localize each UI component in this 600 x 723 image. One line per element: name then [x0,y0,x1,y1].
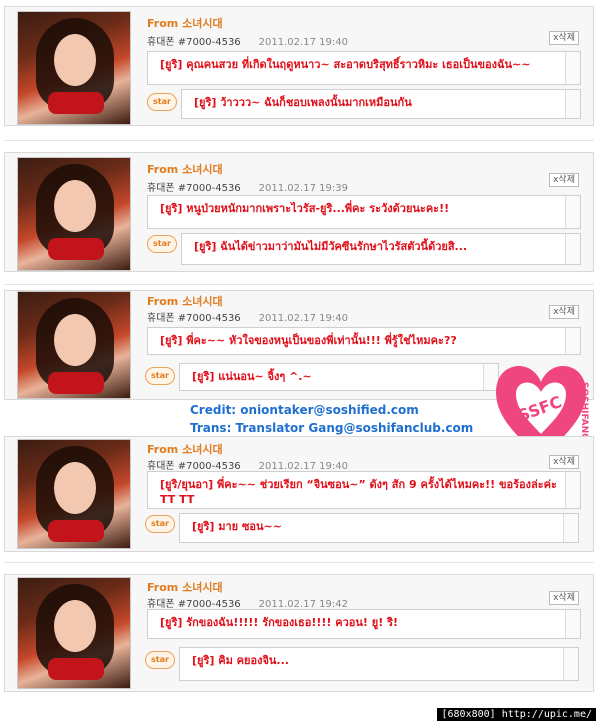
delete-button[interactable]: x삭제 [549,173,579,187]
reply-box: [ยูริ] มาย ซอน~~ [179,513,579,543]
reply-box: [ยูริ] ฉันได้ข่าวมาว่ามันไม่มีวัคซีนรักษ… [181,233,581,265]
credit-text: Credit: oniontaker@soshified.com [190,403,419,417]
sender-label: From 소녀시대 [147,443,223,456]
sender-label: From 소녀시대 [147,295,223,308]
delete-button[interactable]: x삭제 [549,31,579,45]
phone-number: 휴대폰 #7000-4536 2011.02.17 19:40 [147,313,348,324]
scrollbar[interactable] [565,52,580,84]
phone-number: 휴대폰 #7000-4536 2011.02.17 19:39 [147,183,348,194]
scrollbar[interactable] [565,610,580,638]
message-box: [ยูริ] หนูป่วยหนักมากเพราะไวรัส-ยูริ...พ… [147,195,581,229]
delete-button[interactable]: x삭제 [549,455,579,469]
message-box: [ยูริ] คุณคนสวย ที่เกิดในฤดูหนาว~ สะอาดบ… [147,51,581,85]
comment-card: From 소녀시대 휴대폰 #7000-4536 2011.02.17 19:39… [4,152,594,272]
scrollbar[interactable] [563,648,578,680]
avatar [17,11,131,125]
avatar [17,439,131,549]
timestamp: 2011.02.17 19:40 [258,37,348,48]
scrollbar[interactable] [563,514,578,542]
phone-number: 휴대폰 #7000-4536 2011.02.17 19:40 [147,461,348,472]
message-box: [ยูริ] พี่คะ~~ หัวใจของหนูเป็นของพี่เท่า… [147,327,581,355]
avatar [17,291,131,399]
star-badge: star [147,235,177,253]
comment-card: From 소녀시대 휴대폰 #7000-4536 2011.02.17 19:40… [4,436,594,552]
message-box: [ยูริ] รักของฉัน!!!!! รักของเธอ!!!! ควอน… [147,609,581,639]
scrollbar[interactable] [565,90,580,118]
phone-number: 휴대폰 #7000-4536 2011.02.17 19:40 [147,37,348,48]
comment-card: From 소녀시대 휴대폰 #7000-4536 2011.02.17 19:40… [4,6,594,126]
scrollbar[interactable] [565,328,580,354]
delete-button[interactable]: x삭제 [549,305,579,319]
image-size-footer: [680x800] http://upic.me/ [437,708,596,721]
timestamp: 2011.02.17 19:40 [258,313,348,324]
reply-box: [ยูริ] คิม คยองจิน... [179,647,579,681]
translator-credit-text: Trans: Translator Gang@soshifanclub.com [190,421,474,435]
timestamp: 2011.02.17 19:39 [258,183,348,194]
avatar [17,577,131,689]
scrollbar[interactable] [565,234,580,264]
star-badge: star [145,515,175,533]
reply-box: [ยูริ] แน่นอน~ จิ้งๆ ^.~ [179,363,499,391]
phone-number: 휴대폰 #7000-4536 2011.02.17 19:42 [147,599,348,610]
avatar [17,157,131,271]
star-badge: star [145,367,175,385]
message-box: [ยูริ/ยุนอา] พี่คะ~~ ช่วยเรียก “จินซอน~”… [147,471,581,509]
scrollbar[interactable] [565,472,580,508]
star-badge: star [147,93,177,111]
reply-box: [ยูริ] ว้าววว~ ฉันก็ชอบเพลงนั้นมากเหมือน… [181,89,581,119]
star-badge: star [145,651,175,669]
sender-label: From 소녀시대 [147,163,223,176]
comment-card: From 소녀시대 휴대폰 #7000-4536 2011.02.17 19:42… [4,574,594,692]
delete-button[interactable]: x삭제 [549,591,579,605]
sender-label: From 소녀시대 [147,581,223,594]
scrollbar[interactable] [565,196,580,228]
sender-label: From 소녀시대 [147,17,223,30]
